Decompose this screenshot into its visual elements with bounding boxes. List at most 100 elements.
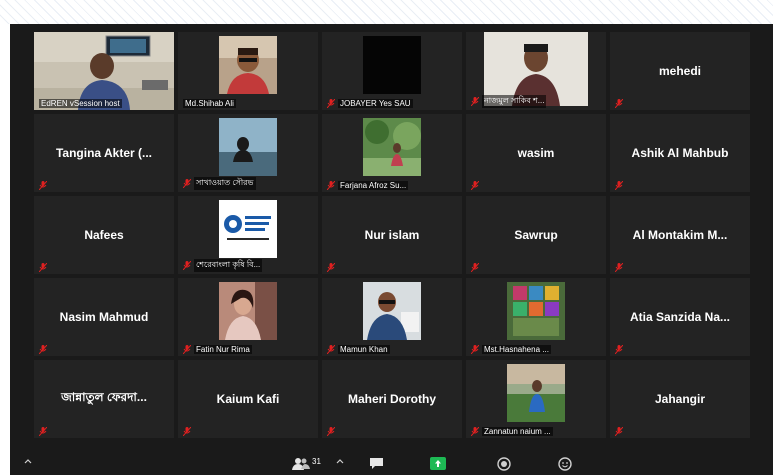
participants-count: 31 — [312, 456, 321, 466]
participant-tile[interactable]: Md.Shihab Ali — [178, 32, 318, 110]
participant-label — [471, 181, 602, 190]
participant-label — [615, 99, 746, 108]
avatar — [219, 118, 277, 176]
muted-mic-icon — [39, 263, 47, 272]
chat-icon — [370, 458, 383, 469]
avatar — [219, 282, 277, 340]
participant-tile[interactable]: Mst.Hasnahena ... — [466, 278, 606, 356]
participant-tile[interactable]: Kaium Kafi — [178, 360, 318, 438]
avatar — [507, 364, 565, 422]
participant-tile[interactable]: mehedi — [610, 32, 750, 110]
participant-label: Farjana Afroz Su... — [327, 181, 458, 190]
participant-label — [39, 345, 170, 354]
participant-label: শেরেবাংলা কৃষি বি... — [183, 259, 314, 272]
muted-mic-icon — [327, 427, 335, 436]
participant-tile[interactable]: Sawrup — [466, 196, 606, 274]
reactions-button[interactable] — [558, 457, 572, 471]
participant-tile[interactable]: Ashik Al Mahbub — [610, 114, 750, 192]
muted-mic-icon — [471, 263, 479, 272]
avatar — [507, 282, 565, 340]
participant-label: Md.Shihab Ali — [183, 99, 314, 108]
participant-label — [615, 263, 746, 272]
participant-label — [615, 181, 746, 190]
participant-name: EdREN vSession host — [39, 99, 122, 108]
participant-tile[interactable]: Fatin Nur Rima — [178, 278, 318, 356]
participant-tile[interactable]: Farjana Afroz Su... — [322, 114, 462, 192]
participant-label: Zannatun naium ... — [471, 427, 602, 436]
participant-name: Mst.Hasnahena ... — [482, 345, 551, 354]
avatar — [363, 118, 421, 176]
participant-tile[interactable]: Nasim Mahmud — [34, 278, 174, 356]
participant-name: Zannatun naium ... — [482, 427, 553, 436]
participant-label: সাখাওয়াত সৌরভ — [183, 177, 314, 190]
participant-tile[interactable]: শেরেবাংলা কৃষি বি... — [178, 196, 318, 274]
video-gallery: EdREN vSession host Md.Shihab Ali JOBAYE… — [10, 24, 773, 475]
participant-name: Fatin Nur Rima — [194, 345, 252, 354]
participant-tile[interactable]: Nafees — [34, 196, 174, 274]
participant-tile[interactable]: Nur islam — [322, 196, 462, 274]
muted-mic-icon — [183, 345, 191, 354]
muted-mic-icon — [39, 345, 47, 354]
participant-tile[interactable]: Al Montakim M... — [610, 196, 750, 274]
participant-label: Mst.Hasnahena ... — [471, 345, 602, 354]
participant-tile[interactable]: JOBAYER Yes SAU — [322, 32, 462, 110]
muted-mic-icon — [183, 427, 191, 436]
participant-tile-host[interactable]: EdREN vSession host — [34, 32, 174, 110]
participant-label — [183, 427, 314, 436]
participant-tile[interactable]: Mamun Khan — [322, 278, 462, 356]
participant-tile[interactable]: Tangina Akter (... — [34, 114, 174, 192]
participant-name: সাখাওয়াত সৌরভ — [194, 177, 256, 190]
participant-label: JOBAYER Yes SAU — [327, 99, 458, 108]
muted-mic-icon — [471, 181, 479, 190]
participant-label — [39, 181, 170, 190]
participant-name: নাজমুল সাকিব শ... — [482, 95, 547, 108]
muted-mic-icon — [327, 99, 335, 108]
chevron-up-icon — [336, 459, 344, 464]
participant-label — [471, 263, 602, 272]
record-button[interactable] — [497, 457, 511, 471]
participant-label: নাজমুল সাকিব শ... — [471, 95, 602, 108]
participant-label — [39, 427, 170, 436]
participants-button[interactable]: 31 — [292, 457, 321, 471]
participant-label: EdREN vSession host — [39, 99, 170, 108]
participant-tile[interactable]: Jahangir — [610, 360, 750, 438]
participant-name: Farjana Afroz Su... — [338, 181, 409, 190]
participant-label: Fatin Nur Rima — [183, 345, 314, 354]
muted-mic-icon — [327, 345, 335, 354]
participants-options-button[interactable] — [336, 457, 344, 465]
muted-mic-icon — [615, 427, 623, 436]
muted-mic-icon — [183, 261, 191, 270]
participant-tile[interactable]: Zannatun naium ... — [466, 360, 606, 438]
muted-mic-icon — [615, 99, 623, 108]
muted-mic-icon — [327, 263, 335, 272]
university-logo — [219, 200, 277, 258]
muted-mic-icon — [39, 427, 47, 436]
participant-label — [615, 427, 746, 436]
participant-tile[interactable]: জান্নাতুল ফেরদা... — [34, 360, 174, 438]
avatar — [363, 282, 421, 340]
muted-mic-icon — [615, 181, 623, 190]
participant-label — [615, 345, 746, 354]
participant-tile[interactable]: Maheri Dorothy — [322, 360, 462, 438]
muted-mic-icon — [471, 345, 479, 354]
share-screen-button[interactable] — [430, 457, 446, 470]
participant-tile[interactable]: wasim — [466, 114, 606, 192]
toolbar-chevron-up-button[interactable] — [24, 457, 32, 465]
participants-icon — [292, 458, 310, 470]
chat-button[interactable] — [369, 457, 384, 470]
participant-label — [39, 263, 170, 272]
participant-tile[interactable]: নাজমুল সাকিব শ... — [466, 32, 606, 110]
muted-mic-icon — [471, 427, 479, 436]
participant-label: Mamun Khan — [327, 345, 458, 354]
participant-name: শেরেবাংলা কৃষি বি... — [194, 259, 263, 272]
participant-tile[interactable]: সাখাওয়াত সৌরভ — [178, 114, 318, 192]
muted-mic-icon — [183, 179, 191, 188]
muted-mic-icon — [39, 181, 47, 190]
participant-label — [327, 263, 458, 272]
share-screen-icon — [430, 457, 446, 470]
muted-mic-icon — [615, 263, 623, 272]
participant-tile[interactable]: Atia Sanzida Na... — [610, 278, 750, 356]
participant-label — [327, 427, 458, 436]
participant-name: JOBAYER Yes SAU — [338, 99, 413, 108]
participant-name: Mamun Khan — [338, 345, 390, 354]
